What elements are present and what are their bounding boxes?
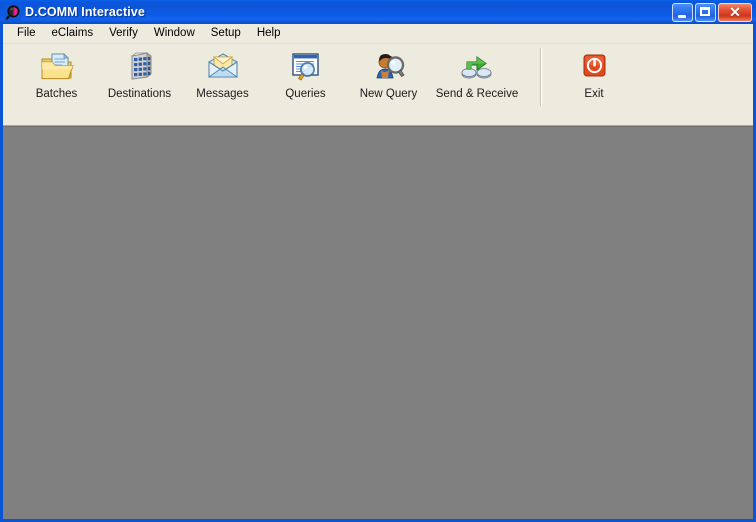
power-exit-icon [577, 50, 611, 82]
minimize-icon [678, 14, 686, 18]
magnifier-app-icon[interactable] [4, 3, 21, 21]
maximize-button[interactable] [695, 2, 716, 22]
toolbar-separator [540, 48, 542, 106]
menu-item-file[interactable]: File [9, 25, 44, 43]
minimize-button[interactable] [672, 2, 693, 22]
toolbar-button-queries[interactable]: Queries [264, 44, 347, 101]
close-icon: ✕ [729, 3, 741, 20]
toolbar-label-new-query: New Query [359, 88, 418, 100]
document-magnifier-icon [289, 50, 323, 82]
open-envelope-icon [206, 50, 240, 82]
toolbar-button-send-receive[interactable]: Send & Receive [430, 44, 524, 101]
toolbar-label-send-receive: Send & Receive [435, 88, 519, 100]
toolbar-label-exit: Exit [584, 88, 604, 100]
toolbar-label-messages: Messages [196, 88, 249, 100]
toolbar-button-exit[interactable]: Exit [564, 44, 624, 101]
toolbar-button-batches[interactable]: Batches [15, 44, 98, 101]
menu-item-window[interactable]: Window [146, 25, 203, 43]
toolbar-label-queries: Queries [285, 88, 326, 100]
toolbar-label-batches: Batches [35, 88, 78, 100]
folder-document-icon [40, 50, 74, 82]
application-window: D.COMM Interactive ✕ File eClaims Verify… [0, 0, 756, 522]
window-controls: ✕ [672, 2, 754, 22]
toolbar-label-destinations: Destinations [107, 88, 172, 100]
toolbar-button-messages[interactable]: Messages [181, 44, 264, 101]
menu-item-eclaims[interactable]: eClaims [44, 25, 102, 43]
window-title: D.COMM Interactive [25, 5, 145, 19]
mdi-client-area[interactable] [3, 126, 753, 519]
menu-item-help[interactable]: Help [249, 25, 289, 43]
menu-item-setup[interactable]: Setup [203, 25, 249, 43]
send-receive-arrow-icon [460, 50, 494, 82]
menu-bar: File eClaims Verify Window Setup Help [3, 24, 753, 44]
title-bar[interactable]: D.COMM Interactive ✕ [0, 0, 756, 24]
toolbar-button-destinations[interactable]: Destinations [98, 44, 181, 101]
close-button[interactable]: ✕ [718, 2, 752, 22]
main-toolbar: Batches Destinations Messages Queries Ne… [3, 44, 753, 126]
maximize-icon [700, 6, 710, 16]
person-magnifier-icon [372, 50, 406, 82]
menu-item-verify[interactable]: Verify [101, 25, 146, 43]
toolbar-button-new-query[interactable]: New Query [347, 44, 430, 101]
building-icon [123, 50, 157, 82]
